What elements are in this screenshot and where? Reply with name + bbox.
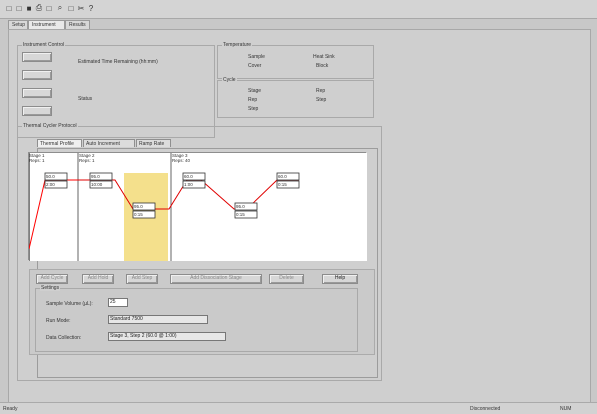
delete-button[interactable]: Delete <box>269 274 304 284</box>
estimated-time-label: Estimated Time Remaining (hh:mm) <box>78 59 158 65</box>
tab-results[interactable]: Results <box>65 20 90 29</box>
help-button[interactable]: Help <box>322 274 358 284</box>
settings-group: Settings Sample Volume (µL): Run Mode: D… <box>35 285 358 352</box>
run-mode-label: Run Mode: <box>46 318 71 324</box>
temperature-group: Temperature Sample Cover Heat Sink Block <box>217 42 374 79</box>
cycle-group: Cycle Stage Rep Step Rep Step <box>217 77 374 118</box>
time-015[interactable]: 0:15 <box>134 211 143 218</box>
sample-volume-label: Sample Volume (µL): <box>46 301 93 307</box>
status-left: Ready <box>3 406 18 412</box>
preview-icon[interactable]: □ <box>44 3 54 13</box>
temp-95c[interactable]: 95.0 <box>236 203 245 210</box>
add-step-button[interactable]: Add Step <box>126 274 158 284</box>
temp-60[interactable]: 60.0 <box>184 173 193 180</box>
stage-1-reps: Reps: 1 <box>29 158 45 163</box>
open-icon[interactable]: □ <box>14 3 24 13</box>
tab-ramp-rate[interactable]: Ramp Rate <box>136 139 171 147</box>
heat-sink-label: Heat Sink <box>313 54 335 60</box>
stage-2-reps: Reps: 1 <box>79 158 95 163</box>
status-num: NUM <box>560 406 572 412</box>
temp-95b[interactable]: 95.0 <box>134 203 143 210</box>
time-1000[interactable]: 10:00 <box>91 181 102 188</box>
extend-button[interactable] <box>22 106 52 116</box>
status-label: Status <box>78 96 93 102</box>
time-015c[interactable]: 0:15 <box>278 181 287 188</box>
toolbar: □ □ ■ ⎙ □ ⌕ □ ✂ ? <box>0 0 597 19</box>
instrument-control-title: Instrument Control <box>22 42 66 48</box>
start-button[interactable] <box>22 52 52 62</box>
tab-setup[interactable]: Setup <box>8 20 28 29</box>
temperature-title: Temperature <box>222 42 253 48</box>
copy-icon[interactable]: □ <box>66 3 76 13</box>
rep-label: Rep <box>248 97 258 103</box>
paste-icon[interactable]: ✂ <box>76 3 86 13</box>
disconnect-button[interactable] <box>22 88 52 98</box>
cycle-title: Cycle <box>222 77 237 83</box>
sample-label: Sample <box>248 54 265 60</box>
add-dissociation-stage-button[interactable]: Add Dissociation Stage <box>170 274 262 284</box>
thermal-protocol-title: Thermal Cycler Protocol <box>22 123 78 129</box>
stage-3-reps: Reps: 40 <box>172 158 191 163</box>
temp-50[interactable]: 50.0 <box>46 173 55 180</box>
tab-instrument[interactable]: Instrument <box>28 20 65 29</box>
time-015b[interactable]: 0:15 <box>236 211 245 218</box>
rep-value: Rep <box>316 88 326 94</box>
tab-thermal-profile[interactable]: Thermal Profile <box>37 139 82 147</box>
add-cycle-button[interactable]: Add Cycle <box>36 274 68 284</box>
block-label: Block <box>316 63 329 69</box>
cover-label: Cover <box>248 63 262 69</box>
run-mode-select[interactable]: Standard 7500 <box>108 315 208 324</box>
status-bar: Ready Disconnected NUM <box>0 402 597 414</box>
help-icon[interactable]: ? <box>86 3 96 13</box>
find-icon[interactable]: ⌕ <box>55 3 65 13</box>
time-100[interactable]: 1:00 <box>184 181 193 188</box>
data-collection-label: Data Collection: <box>46 335 82 341</box>
thermal-profile-svg <box>28 153 367 261</box>
print-icon[interactable]: ⎙ <box>34 3 44 13</box>
stop-button[interactable] <box>22 70 52 80</box>
step-label: Step <box>248 106 259 112</box>
status-connection: Disconnected <box>470 406 501 412</box>
settings-title: Settings <box>40 285 61 291</box>
step-value: Step <box>316 97 327 103</box>
tab-auto-increment[interactable]: Auto Increment <box>83 139 135 147</box>
inner-tabs: Thermal Profile Auto Increment Ramp Rate <box>37 139 217 148</box>
new-icon[interactable]: □ <box>4 3 14 13</box>
data-collection-select[interactable]: Stage 3, Step 2 (60.0 @ 1:00) <box>108 332 226 341</box>
save-icon[interactable]: ■ <box>24 3 34 13</box>
stage-label: Stage <box>248 88 262 94</box>
profile-controls-panel: Add Cycle Add Hold Add Step Add Dissocia… <box>29 269 375 355</box>
thermal-profile-chart: Stage 1 Reps: 1 Stage 2 Reps: 1 Stage 3 … <box>28 152 367 261</box>
time-200[interactable]: 2:00 <box>46 181 55 188</box>
add-hold-button[interactable]: Add Hold <box>82 274 114 284</box>
temp-95[interactable]: 95.0 <box>91 173 100 180</box>
temp-60b[interactable]: 60.0 <box>278 173 287 180</box>
sample-volume-input[interactable]: 25 <box>108 298 128 307</box>
